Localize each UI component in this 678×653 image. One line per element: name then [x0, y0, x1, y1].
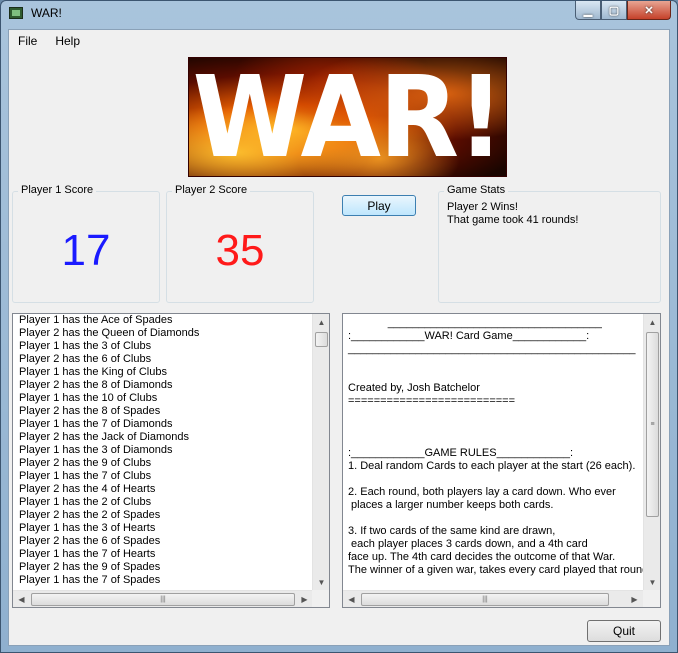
log-horizontal-thumb[interactable]: ||| — [31, 593, 295, 606]
close-button[interactable]: ✕ — [627, 1, 671, 20]
log-list-item[interactable]: Player 1 has the 2 of Clubs — [19, 496, 313, 509]
log-list-item[interactable]: Player 2 has the Queen of Diamonds — [19, 327, 313, 340]
rules-text-line — [348, 473, 643, 486]
player1-score-label: Player 1 Score — [18, 184, 97, 196]
game-stats-group: Game Stats Player 2 Wins! That game took… — [438, 184, 661, 303]
rules-text: ___________________________________:____… — [343, 314, 643, 591]
war-banner-image: WAR! — [188, 57, 507, 177]
menu-bar: File Help — [9, 30, 669, 52]
rules-text-line: ________________________________________… — [348, 343, 636, 355]
client-area: File Help WAR! Player 1 Score 17 Player … — [8, 29, 670, 646]
scroll-corner — [312, 590, 329, 607]
player2-score-value: 35 — [215, 226, 265, 275]
log-list-item[interactable]: Player 1 has the 3 of Diamonds — [19, 444, 313, 457]
title-bar[interactable]: WAR! ▁ ▢ ✕ — [1, 1, 677, 27]
stats-line: Player 2 Wins! — [447, 201, 518, 213]
rules-horizontal-scrollbar[interactable]: ◀ ||| ▶ — [343, 590, 643, 607]
scroll-corner — [643, 590, 660, 607]
rules-text-line — [348, 421, 643, 434]
log-list-item[interactable]: Player 2 has the 8 of Diamonds — [19, 379, 313, 392]
log-list-item[interactable]: Player 2 has the 8 of Spades — [19, 405, 313, 418]
log-vertical-thumb[interactable] — [315, 332, 328, 347]
log-list-item[interactable]: Player 1 has the Ace of Spades — [19, 314, 313, 327]
banner-text: WAR! — [192, 57, 504, 177]
player1-score-value: 17 — [61, 226, 111, 275]
log-list-item[interactable]: Player 2 has the Jack of Diamonds — [19, 431, 313, 444]
rules-vertical-thumb[interactable]: ≡ — [646, 332, 659, 517]
window-controls: ▁ ▢ ✕ — [575, 1, 671, 21]
rules-text-line: each player places 3 cards down, and a 4… — [348, 538, 588, 550]
log-list-item[interactable]: Player 2 has the 2 of Spades — [19, 509, 313, 522]
rules-text-line — [348, 408, 643, 421]
rules-text-line: ___________________________________ — [348, 317, 602, 329]
log-list-item[interactable]: Player 2 has the 6 of Clubs — [19, 353, 313, 366]
rules-text-line: 3. If two cards of the same kind are dra… — [348, 525, 556, 537]
rules-text-line — [348, 434, 643, 447]
log-list-item[interactable]: Player 1 has the 10 of Clubs — [19, 392, 313, 405]
player2-score-group: Player 2 Score 35 — [166, 184, 314, 303]
log-list-item[interactable]: Player 1 has the 7 of Diamonds — [19, 418, 313, 431]
scroll-up-arrow-icon[interactable]: ▲ — [313, 314, 329, 331]
game-stats-text: Player 2 Wins! That game took 41 rounds! — [447, 201, 578, 227]
scroll-up-arrow-icon[interactable]: ▲ — [644, 314, 660, 331]
card-log-listbox[interactable]: Player 1 has the Ace of Spades Player 2 h… — [12, 313, 330, 608]
menu-help[interactable]: Help — [46, 30, 89, 52]
log-list-item[interactable]: Player 2 has the 9 of Clubs — [19, 457, 313, 470]
log-horizontal-scrollbar[interactable]: ◀ ||| ▶ — [13, 590, 313, 607]
log-list-item[interactable]: Player 1 has the 3 of Clubs — [19, 340, 313, 353]
minimize-button[interactable]: ▁ — [575, 1, 601, 20]
scroll-left-arrow-icon[interactable]: ◀ — [13, 591, 30, 607]
rules-text-line: The winner of a given war, takes every c… — [348, 564, 643, 576]
rules-text-line: :____________GAME RULES____________: — [348, 447, 574, 459]
rules-text-line — [348, 512, 643, 525]
scroll-left-arrow-icon[interactable]: ◀ — [343, 591, 360, 607]
scroll-down-arrow-icon[interactable]: ▼ — [313, 574, 329, 591]
log-list-item[interactable]: Player 2 has the 9 of Spades — [19, 561, 313, 574]
log-list-item[interactable]: Player 1 has the King of Clubs — [19, 366, 313, 379]
rules-text-line — [348, 356, 643, 369]
log-list-item[interactable]: Player 1 has the 7 of Spades — [19, 574, 313, 587]
rules-text-line: places a larger number keeps both cards. — [348, 499, 554, 511]
app-window: WAR! ▁ ▢ ✕ File Help WAR! Player 1 Score… — [0, 0, 678, 653]
play-button[interactable]: Play — [342, 195, 416, 216]
window-title: WAR! — [31, 6, 62, 20]
rules-textbox[interactable]: ___________________________________:____… — [342, 313, 661, 608]
close-icon: ✕ — [644, 4, 654, 17]
quit-button[interactable]: Quit — [587, 620, 661, 642]
player1-score-group: Player 1 Score 17 — [12, 184, 160, 303]
rules-text-line: 1. Deal random Cards to each player at t… — [348, 460, 636, 472]
stats-line: That game took 41 rounds! — [447, 214, 579, 226]
log-vertical-scrollbar[interactable]: ▲ ▼ — [312, 314, 329, 591]
card-log-items: Player 1 has the Ace of Spades Player 2 h… — [13, 314, 313, 591]
scroll-right-arrow-icon[interactable]: ▶ — [296, 591, 313, 607]
game-stats-label: Game Stats — [444, 184, 509, 196]
log-list-item[interactable]: Player 1 has the 7 of Hearts — [19, 548, 313, 561]
rules-text-line: 2. Each round, both players lay a card d… — [348, 486, 616, 498]
rules-text-line: face up. The 4th card decides the outcom… — [348, 551, 616, 563]
log-list-item[interactable]: Player 1 has the 7 of Clubs — [19, 470, 313, 483]
log-list-item[interactable]: Player 2 has the 4 of Hearts — [19, 483, 313, 496]
log-list-item[interactable]: Player 2 has the 6 of Spades — [19, 535, 313, 548]
rules-text-line: ========================== — [348, 395, 516, 407]
rules-vertical-scrollbar[interactable]: ▲ ≡ ▼ — [643, 314, 660, 591]
player2-score-label: Player 2 Score — [172, 184, 251, 196]
rules-text-line — [348, 369, 643, 382]
maximize-button[interactable]: ▢ — [601, 1, 627, 20]
rules-text-line: Created by, Josh Batchelor — [348, 382, 480, 394]
rules-horizontal-thumb[interactable]: ||| — [361, 593, 609, 606]
rules-text-line: :____________WAR! Card Game____________: — [348, 330, 590, 342]
app-icon — [9, 7, 23, 19]
maximize-icon: ▢ — [608, 4, 620, 17]
menu-file[interactable]: File — [9, 30, 46, 52]
scroll-right-arrow-icon[interactable]: ▶ — [626, 591, 643, 607]
log-list-item[interactable]: Player 1 has the 3 of Hearts — [19, 522, 313, 535]
scroll-down-arrow-icon[interactable]: ▼ — [644, 574, 660, 591]
minimize-icon: ▁ — [583, 4, 593, 17]
